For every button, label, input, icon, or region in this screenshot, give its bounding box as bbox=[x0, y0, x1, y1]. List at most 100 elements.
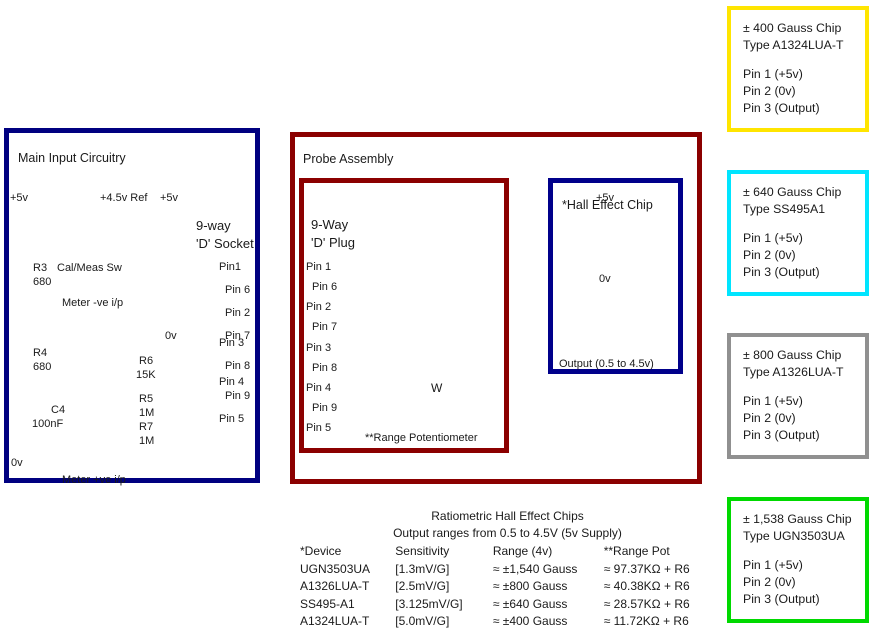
socket-pin-label-3: Pin 3 bbox=[219, 337, 245, 349]
label-cal-meas-switch: Cal/Meas Sw bbox=[57, 262, 122, 274]
chip-400-gap bbox=[743, 54, 865, 66]
chip-1538-pin2: Pin 2 (0v) bbox=[743, 575, 796, 589]
label-r6-value: 15K bbox=[136, 369, 156, 381]
hall-ground-label: 0v bbox=[599, 273, 611, 285]
spec-header-range-pot: **Range Pot bbox=[603, 544, 670, 558]
chip-400-range: ± 400 Gauss Chip bbox=[743, 21, 842, 35]
chip-1538-type: Type UGN3503UA bbox=[743, 529, 845, 543]
chip-1538-gap bbox=[743, 545, 865, 557]
d-plug-title-line1: 9-Way bbox=[311, 217, 349, 232]
chip-1538-range: ± 1,538 Gauss Chip bbox=[743, 512, 852, 526]
chip-800-type: Type A1326LUA-T bbox=[743, 365, 844, 379]
spec-table-title: Ratiometric Hall Effect Chips bbox=[431, 509, 584, 523]
chip-info-box-400-gauss: ± 400 Gauss Chip Type A1324LUA-T Pin 1 (… bbox=[727, 6, 869, 132]
spec-header-range: Range (4v) bbox=[492, 544, 553, 558]
plug-pin-label-1: Pin 1 bbox=[306, 261, 332, 273]
chip-640-pin3: Pin 3 (Output) bbox=[743, 265, 820, 279]
spec-table-subtitle: Output ranges from 0.5 to 4.5V (5v Suppl… bbox=[393, 526, 622, 540]
main-input-circuitry-title: Main Input Circuitry bbox=[18, 151, 126, 165]
label-0v-left: 0v bbox=[11, 457, 23, 469]
chip-400-pin3: Pin 3 (Output) bbox=[743, 101, 820, 115]
table-row: SS495-A1 [3.125mV/G] ≈ ±640 Gauss ≈ 28.5… bbox=[300, 596, 715, 614]
label-45v-ref: +4.5v Ref bbox=[100, 192, 148, 204]
label-r3-ref: R3 bbox=[33, 262, 48, 274]
spec-table-header-row: *Device Sensitivity Range (4v) **Range P… bbox=[300, 543, 715, 561]
label-meter-negative-input: Meter -ve i/p bbox=[62, 297, 124, 309]
socket-pin-label-5: Pin 5 bbox=[219, 413, 245, 425]
table-row: UGN3503UA [1.3mV/G] ≈ ±1,540 Gauss ≈ 97.… bbox=[300, 561, 715, 579]
plug-pin-label-5: Pin 5 bbox=[306, 422, 332, 434]
plug-pin-label-7: Pin 7 bbox=[312, 321, 338, 333]
chip-640-pin2: Pin 2 (0v) bbox=[743, 248, 796, 262]
hall-supply-label: +5v bbox=[596, 192, 615, 204]
socket-pin-label-9: Pin 9 bbox=[225, 390, 251, 402]
socket-pin-label-2: Pin 2 bbox=[225, 307, 251, 319]
circuit-diagram-canvas: Main Input Circuitry Probe Assembly 9-Wa… bbox=[0, 0, 875, 634]
chip-400-pin2: Pin 2 (0v) bbox=[743, 84, 796, 98]
spec-row2-sensitivity: [3.125mV/G] bbox=[395, 596, 463, 611]
chip-640-type: Type SS495A1 bbox=[743, 202, 826, 216]
chip-640-gap bbox=[743, 218, 865, 230]
label-r5-ref: R5 bbox=[139, 393, 154, 405]
label-r4-ref: R4 bbox=[33, 347, 48, 359]
socket-pin-label-1: Pin1 bbox=[219, 261, 242, 273]
socket-pin-label-4: Pin 4 bbox=[219, 376, 245, 388]
chip-640-pin1: Pin 1 (+5v) bbox=[743, 231, 803, 245]
socket-pin-label-8: Pin 8 bbox=[225, 360, 251, 372]
chip-800-pin2: Pin 2 (0v) bbox=[743, 411, 796, 425]
table-row: A1326LUA-T [2.5mV/G] ≈ ±800 Gauss ≈ 40.3… bbox=[300, 578, 715, 596]
spec-row2-device: SS495-A1 bbox=[300, 596, 355, 611]
spec-row0-range: ≈ ±1,540 Gauss bbox=[492, 561, 578, 576]
label-0v-mid: 0v bbox=[165, 330, 177, 342]
spec-row0-device: UGN3503UA bbox=[300, 561, 371, 576]
label-r3-value: 680 bbox=[33, 276, 52, 288]
spec-table: Ratiometric Hall Effect Chips Output ran… bbox=[300, 508, 715, 631]
chip-800-pin3: Pin 3 (Output) bbox=[743, 428, 820, 442]
spec-row2-range: ≈ ±640 Gauss bbox=[492, 596, 568, 611]
label-c4-value: 100nF bbox=[32, 418, 64, 430]
chip-1538-pin1: Pin 1 (+5v) bbox=[743, 558, 803, 572]
plug-pin-label-2: Pin 2 bbox=[306, 301, 332, 313]
chip-640-range: ± 640 Gauss Chip bbox=[743, 185, 842, 199]
spec-row1-device: A1326LUA-T bbox=[300, 579, 370, 593]
chip-info-box-640-gauss: ± 640 Gauss Chip Type SS495A1 Pin 1 (+5v… bbox=[727, 170, 869, 296]
spec-row1-range: ≈ ±800 Gauss bbox=[492, 579, 568, 593]
chip-1538-pin3: Pin 3 (Output) bbox=[743, 592, 820, 606]
spec-row0-sensitivity: [1.3mV/G] bbox=[395, 561, 450, 576]
spec-row2-range-pot: ≈ 28.57KΩ + R6 bbox=[603, 596, 690, 611]
socket-pin-label-6: Pin 6 bbox=[225, 284, 251, 296]
potentiometer-wiper-label: W bbox=[431, 381, 443, 395]
label-r7-value: 1M bbox=[139, 435, 155, 447]
d-socket-title-line1: 9-way bbox=[196, 218, 231, 233]
plug-pin-label-9: Pin 9 bbox=[312, 402, 338, 414]
plug-pin-label-8: Pin 8 bbox=[312, 362, 338, 374]
range-potentiometer-label: **Range Potentiometer bbox=[365, 432, 478, 444]
chip-800-pin1: Pin 1 (+5v) bbox=[743, 394, 803, 408]
chip-info-box-800-gauss: ± 800 Gauss Chip Type A1326LUA-T Pin 1 (… bbox=[727, 333, 869, 459]
spec-row1-range-pot: ≈ 40.38KΩ + R6 bbox=[603, 579, 690, 593]
plug-pin-label-3: Pin 3 bbox=[306, 342, 332, 354]
spec-row3-range: ≈ ±400 Gauss bbox=[492, 614, 568, 628]
probe-assembly-title: Probe Assembly bbox=[303, 152, 394, 166]
d-socket-title-line2: 'D' Socket bbox=[196, 236, 254, 251]
d-plug-title-line2: 'D' Plug bbox=[311, 235, 355, 250]
label-meter-positive-input: Meter +ve i/p bbox=[62, 474, 126, 486]
spec-row0-range-pot: ≈ 97.37KΩ + R6 bbox=[603, 561, 690, 576]
spec-row3-sensitivity: [5.0mV/G] bbox=[395, 614, 450, 628]
label-r7-ref: R7 bbox=[139, 421, 154, 433]
spec-row3-device: A1324LUA-T bbox=[300, 614, 370, 628]
spec-header-sensitivity: Sensitivity bbox=[395, 544, 450, 558]
plug-pin-label-6: Pin 6 bbox=[312, 281, 338, 293]
spec-header-device: *Device bbox=[300, 544, 342, 558]
spec-row3-range-pot: ≈ 11.72KΩ + R6 bbox=[603, 614, 689, 628]
label-r5-value: 1M bbox=[139, 407, 155, 419]
label-5v-right: +5v bbox=[160, 192, 179, 204]
label-r4-value: 680 bbox=[33, 361, 52, 373]
chip-800-gap bbox=[743, 381, 865, 393]
chip-400-pin1: Pin 1 (+5v) bbox=[743, 67, 803, 81]
label-5v-left: +5v bbox=[10, 192, 29, 204]
chip-info-box-1538-gauss: ± 1,538 Gauss Chip Type UGN3503UA Pin 1 … bbox=[727, 497, 869, 623]
label-r6-ref: R6 bbox=[139, 355, 154, 367]
spec-table-grid: *Device Sensitivity Range (4v) **Range P… bbox=[300, 543, 715, 631]
plug-pin-label-4: Pin 4 bbox=[306, 382, 332, 394]
